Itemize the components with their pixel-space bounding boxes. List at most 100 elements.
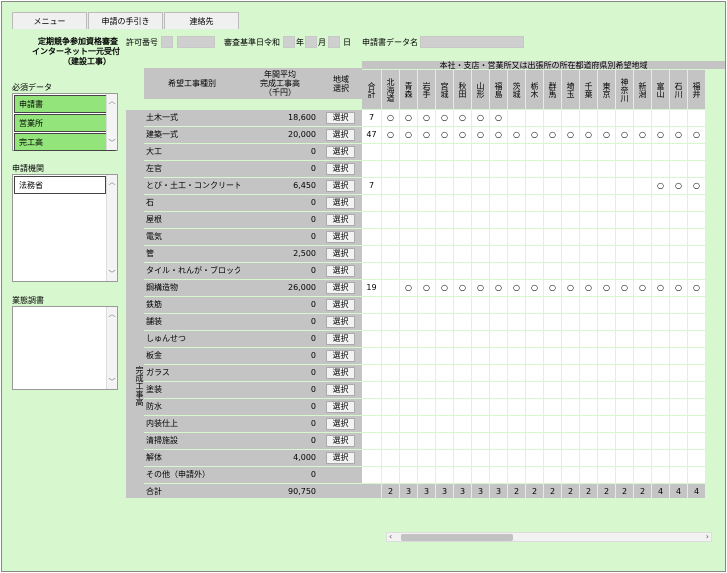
row-work-type: 土木一式: [144, 110, 240, 126]
select-button[interactable]: 選択: [326, 384, 355, 396]
month-field[interactable]: [305, 36, 317, 48]
data-name-field[interactable]: [420, 36, 524, 48]
prefecture-cell: [454, 314, 471, 330]
prefecture-cell: ○: [418, 127, 435, 143]
prefecture-cell: [472, 144, 489, 160]
prefecture-cell: ○: [580, 280, 597, 296]
prefecture-cell: [562, 144, 579, 160]
prefecture-cell: [634, 195, 651, 211]
list-item[interactable]: 営業所: [14, 114, 116, 132]
permit-number-field-1[interactable]: [161, 36, 173, 48]
list-item[interactable]: 法務省: [14, 176, 106, 194]
prefecture-cell: [670, 382, 687, 398]
scroll-up-icon[interactable]: ︿: [107, 177, 117, 187]
row-count: [362, 229, 381, 245]
prefecture-cell: [382, 314, 399, 330]
prefecture-cell: [436, 297, 453, 313]
scroll-thumb[interactable]: [401, 534, 513, 541]
scroll-down-icon[interactable]: ﹀: [107, 377, 117, 387]
select-button[interactable]: 選択: [326, 146, 355, 158]
prefecture-cell: [652, 433, 669, 449]
col-header-prefecture: 宮城: [436, 70, 453, 109]
select-button[interactable]: 選択: [326, 197, 355, 209]
prefecture-cell: [472, 229, 489, 245]
row-count: [362, 314, 381, 330]
list-item[interactable]: 申請書: [14, 95, 116, 113]
select-button[interactable]: 選択: [326, 333, 355, 345]
page-header: 定期競争参加資格審査 インターネット一元受付 （建設工事） 許可番号 審査基準日…: [2, 29, 725, 66]
prefecture-cell: [616, 229, 633, 245]
row-amount: 4,000: [240, 450, 320, 466]
select-button[interactable]: 選択: [326, 350, 355, 362]
survey-list[interactable]: ︿ ﹀: [12, 306, 118, 390]
prefecture-total: 4: [670, 484, 687, 498]
scroll-left-icon[interactable]: ‹: [389, 532, 392, 541]
tab-menu[interactable]: メニュー: [12, 12, 87, 29]
scrollbar[interactable]: ︿ ﹀: [106, 175, 117, 281]
prefecture-cell: [436, 314, 453, 330]
prefecture-cell: [562, 212, 579, 228]
prefecture-cell: [688, 399, 705, 415]
select-button[interactable]: 選択: [326, 163, 355, 175]
prefecture-cell: [418, 433, 435, 449]
prefecture-cell: [400, 467, 417, 483]
prefecture-cell: [490, 195, 507, 211]
prefecture-cell: [688, 314, 705, 330]
row-count: 7: [362, 110, 381, 126]
agency-title: 申請機関: [12, 164, 44, 173]
row-work-type: 管: [144, 246, 240, 262]
tab-contact[interactable]: 連絡先: [164, 12, 239, 29]
select-button[interactable]: 選択: [326, 282, 355, 294]
prefecture-cell: [670, 212, 687, 228]
select-button[interactable]: 選択: [326, 231, 355, 243]
permit-number-label: 許可番号: [126, 38, 158, 47]
day-field[interactable]: [328, 36, 340, 48]
prefecture-cell: ○: [490, 127, 507, 143]
scroll-right-icon[interactable]: ›: [706, 532, 709, 541]
select-button[interactable]: 選択: [326, 248, 355, 260]
prefecture-cell: ○: [634, 280, 651, 296]
select-button[interactable]: 選択: [326, 299, 355, 311]
scrollbar[interactable]: ︿ ﹀: [106, 94, 117, 150]
horizontal-scrollbar[interactable]: ‹ ›: [386, 532, 712, 542]
list-item[interactable]: 完工高: [14, 133, 116, 151]
prefecture-cell: [400, 263, 417, 279]
prefecture-cell: [508, 399, 525, 415]
select-button[interactable]: 選択: [326, 129, 355, 141]
agency-list[interactable]: 法務省 ︿ ﹀: [12, 174, 118, 282]
required-data-list[interactable]: 申請書 営業所 完工高 ︿ ﹀: [12, 93, 118, 151]
scrollbar[interactable]: ︿ ﹀: [106, 307, 117, 389]
prefecture-cell: [418, 263, 435, 279]
scroll-down-icon[interactable]: ﹀: [107, 269, 117, 279]
row-count: 47: [362, 127, 381, 143]
select-button[interactable]: 選択: [326, 112, 355, 124]
prefecture-cell: [544, 348, 561, 364]
scroll-up-icon[interactable]: ︿: [107, 309, 117, 319]
prefecture-cell: ○: [490, 280, 507, 296]
row-amount: 0: [240, 382, 320, 398]
select-button[interactable]: 選択: [326, 180, 355, 192]
prefecture-cell: [562, 297, 579, 313]
prefecture-cell: [382, 212, 399, 228]
select-button[interactable]: 選択: [326, 316, 355, 328]
prefecture-cell: [382, 382, 399, 398]
select-button[interactable]: 選択: [326, 435, 355, 447]
select-button[interactable]: 選択: [326, 452, 355, 464]
prefecture-total: 2: [598, 484, 615, 498]
scroll-down-icon[interactable]: ﹀: [107, 138, 117, 148]
prefecture-cell: [382, 263, 399, 279]
select-button[interactable]: 選択: [326, 418, 355, 430]
tab-guide[interactable]: 申請の手引き: [88, 12, 163, 29]
scroll-up-icon[interactable]: ︿: [107, 96, 117, 106]
prefecture-cell: [382, 195, 399, 211]
select-button[interactable]: 選択: [326, 401, 355, 413]
prefecture-cell: [544, 195, 561, 211]
select-button[interactable]: 選択: [326, 265, 355, 277]
select-button[interactable]: 選択: [326, 367, 355, 379]
prefecture-cell: [490, 382, 507, 398]
select-button[interactable]: 選択: [326, 214, 355, 226]
permit-number-field-2[interactable]: [177, 36, 215, 48]
region-header: 本社・支店・営業所又は出張所の所在都道府県別希望地域: [362, 61, 725, 70]
year-field[interactable]: [283, 36, 295, 48]
prefecture-cell: [652, 110, 669, 126]
